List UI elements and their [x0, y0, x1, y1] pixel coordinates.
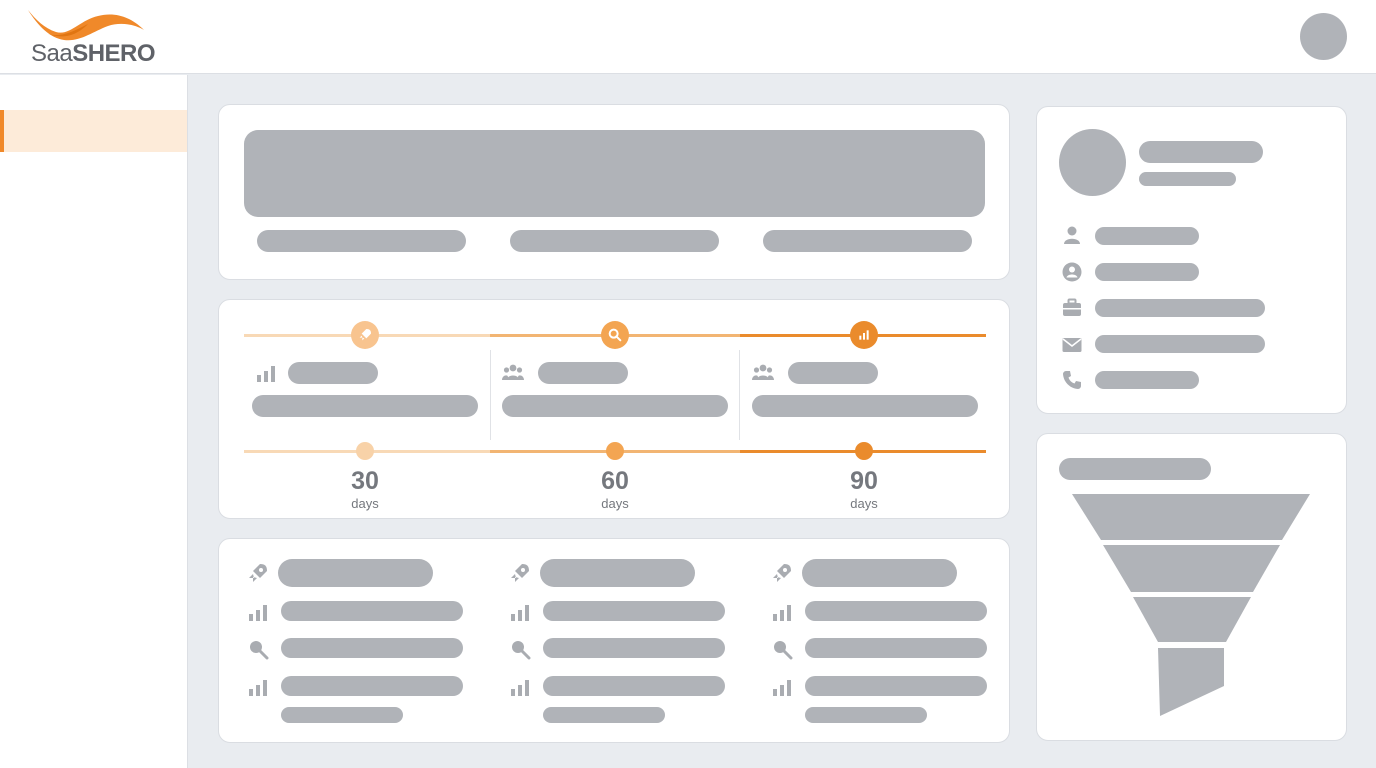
bar-chart-icon — [509, 676, 531, 698]
metric-title-placeholder — [538, 362, 628, 384]
logo-text: SaaSHERO — [31, 40, 156, 68]
search-icon — [247, 638, 269, 660]
profile-field-placeholder — [1095, 227, 1199, 245]
mail-icon — [1061, 334, 1083, 356]
column-divider — [739, 350, 740, 440]
list-item-placeholder — [805, 638, 987, 658]
bar-chart-icon — [859, 330, 869, 340]
metric-title-placeholder — [288, 362, 378, 384]
list-item-placeholder — [805, 676, 987, 696]
funnel-stage-1 — [1072, 494, 1310, 540]
funnel-stage-3 — [1133, 597, 1251, 642]
overview-card — [218, 104, 1010, 280]
bar-chart-icon — [247, 676, 269, 698]
timeline-card: 30 days 60 days 90 days — [218, 299, 1010, 519]
milestone-dot[interactable] — [855, 442, 873, 460]
metric-desc-placeholder — [252, 395, 478, 417]
funnel-stage-4 — [1158, 648, 1224, 716]
milestone-unit: days — [850, 496, 878, 511]
logo-text-light: Saa — [31, 40, 73, 67]
bar-chart-icon — [247, 601, 269, 623]
search-icon — [608, 328, 622, 342]
profile-card — [1036, 106, 1347, 414]
rocket-icon — [247, 562, 269, 584]
milestone-unit: days — [601, 496, 629, 511]
feature-list-card — [218, 538, 1010, 743]
banner-placeholder — [244, 130, 985, 217]
list-item-placeholder — [805, 601, 987, 621]
milestone-node-chart-icon[interactable] — [850, 321, 878, 349]
users-icon — [752, 362, 774, 384]
search-icon — [771, 638, 793, 660]
funnel-title-placeholder — [1059, 458, 1211, 480]
search-icon — [509, 638, 531, 660]
bar-chart-icon — [509, 601, 531, 623]
rocket-icon — [771, 562, 793, 584]
list-item-placeholder — [543, 638, 725, 658]
list-title-placeholder — [540, 559, 695, 587]
metric-desc-placeholder — [502, 395, 728, 417]
list-item-placeholder — [281, 676, 463, 696]
list-item-placeholder — [281, 601, 463, 621]
list-item-placeholder — [543, 676, 725, 696]
metric-title-placeholder — [788, 362, 878, 384]
sidebar — [0, 75, 188, 768]
top-bar: SaaSHERO — [0, 0, 1376, 74]
milestone-number: 30 — [351, 467, 379, 495]
list-title-placeholder — [278, 559, 433, 587]
banner-tab-placeholder[interactable] — [763, 230, 972, 252]
logo-text-bold: SHERO — [72, 40, 156, 67]
list-item-placeholder — [805, 707, 927, 723]
profile-field-placeholder — [1095, 299, 1265, 317]
sidebar-item-active[interactable] — [0, 110, 187, 152]
list-item-placeholder — [281, 707, 403, 723]
profile-field-placeholder — [1095, 335, 1265, 353]
profile-name-placeholder — [1139, 141, 1263, 163]
profile-subtitle-placeholder — [1139, 172, 1236, 186]
logo[interactable]: SaaSHERO — [26, 6, 166, 68]
users-icon — [502, 362, 524, 384]
milestone-number: 90 — [850, 467, 878, 495]
milestone-dot[interactable] — [356, 442, 374, 460]
banner-tab-placeholder[interactable] — [510, 230, 719, 252]
funnel-stage-2 — [1103, 545, 1280, 592]
profile-field-placeholder — [1095, 263, 1199, 281]
milestone-node-rocket-icon[interactable] — [351, 321, 379, 349]
profile-avatar[interactable] — [1059, 129, 1126, 196]
banner-tab-placeholder[interactable] — [257, 230, 466, 252]
user-icon — [1061, 224, 1083, 246]
metric-desc-placeholder — [752, 395, 978, 417]
rocket-icon — [509, 562, 531, 584]
list-title-placeholder — [802, 559, 957, 587]
list-item-placeholder — [281, 638, 463, 658]
milestone-node-search-icon[interactable] — [601, 321, 629, 349]
bar-chart-icon — [771, 601, 793, 623]
user-circle-icon — [1061, 261, 1083, 283]
funnel-chart — [1072, 494, 1310, 716]
rocket-icon — [359, 329, 371, 341]
profile-field-placeholder — [1095, 371, 1199, 389]
briefcase-icon — [1061, 297, 1083, 319]
list-item-placeholder — [543, 707, 665, 723]
milestone-unit: days — [351, 496, 379, 511]
list-item-placeholder — [543, 601, 725, 621]
user-avatar[interactable] — [1300, 13, 1347, 60]
bar-chart-icon — [771, 676, 793, 698]
bar-chart-icon — [255, 362, 277, 384]
column-divider — [490, 350, 491, 440]
milestone-dot[interactable] — [606, 442, 624, 460]
phone-icon — [1061, 369, 1083, 391]
milestone-number: 60 — [601, 467, 629, 495]
